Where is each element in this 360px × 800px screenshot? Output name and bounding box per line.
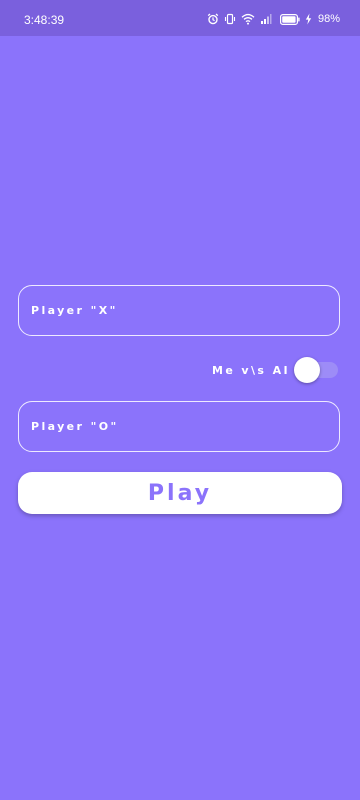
player-o-input[interactable]: Player "O" [18, 401, 340, 452]
vibrate-icon [224, 13, 236, 25]
battery-percent: 98% [317, 13, 340, 25]
ai-toggle-row: Me v\s AI [212, 356, 338, 384]
status-icons: 98% [207, 11, 340, 27]
player-o-placeholder: Player "O" [31, 420, 119, 433]
battery-icon [279, 13, 300, 25]
player-x-input[interactable]: Player "X" [18, 285, 340, 336]
status-time: 3:48:39 [24, 13, 65, 27]
charging-icon [305, 13, 312, 25]
signal-icon [260, 13, 272, 25]
alarm-icon [207, 13, 219, 25]
player-x-placeholder: Player "X" [31, 304, 118, 317]
status-bar: 3:48:39 98% [0, 0, 360, 36]
ai-toggle-thumb[interactable] [294, 357, 320, 383]
play-button[interactable]: Play [18, 472, 342, 514]
ai-toggle-label: Me v\s AI [211, 363, 290, 377]
wifi-icon [241, 13, 255, 25]
ai-toggle-switch[interactable] [294, 356, 338, 384]
